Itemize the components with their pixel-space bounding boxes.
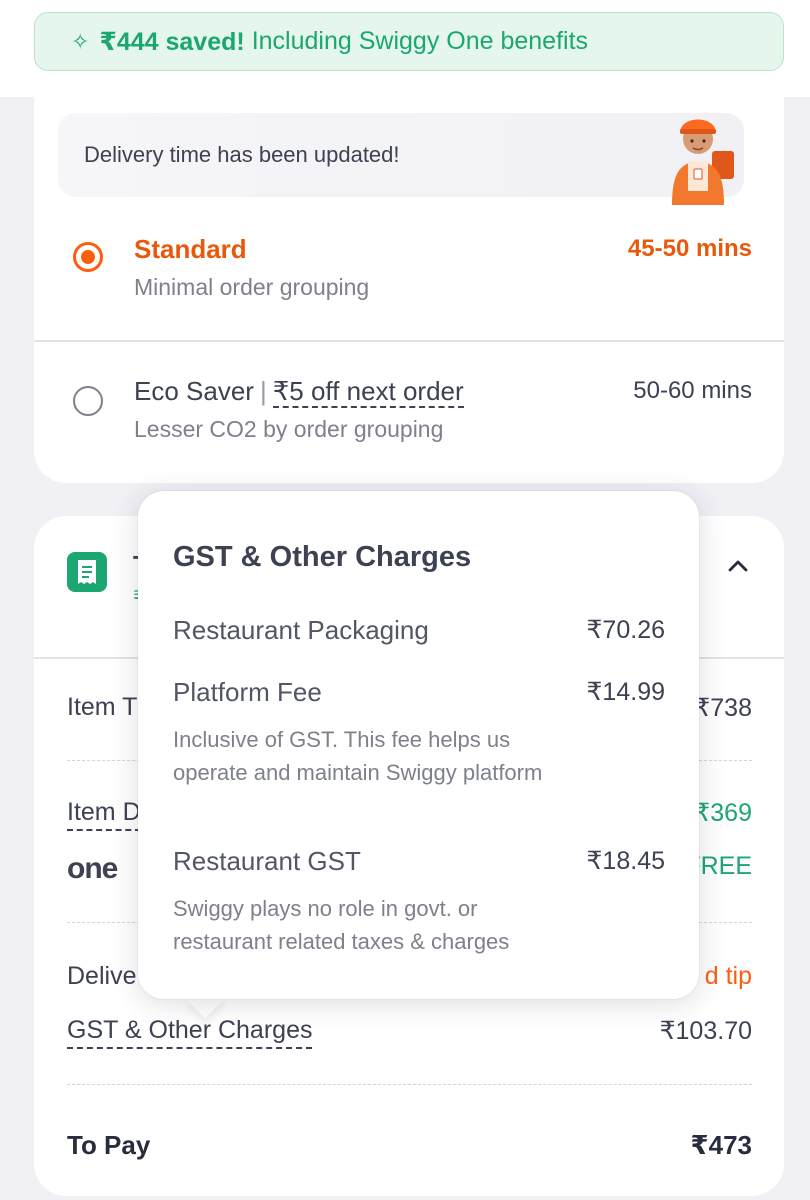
item-discount-value: ₹369: [694, 799, 752, 827]
option-time: 50-60 mins: [633, 377, 752, 404]
tooltip-item-label: Restaurant GST: [173, 846, 361, 876]
option-time: 45-50 mins: [627, 235, 752, 262]
add-tip-link[interactable]: d tip: [705, 962, 752, 991]
tooltip-title: GST & Other Charges: [173, 541, 472, 573]
eco-offer-link[interactable]: ₹5 off next order: [272, 376, 464, 408]
option-title: Eco Saver | ₹5 off next order: [134, 376, 464, 408]
sparkle-icon: ✧: [71, 28, 90, 54]
savings-text: Including Swiggy One benefits: [251, 27, 589, 55]
swiggy-one-logo: one: [67, 852, 118, 885]
tooltip-item-value: ₹14.99: [586, 678, 665, 706]
savings-banner: ✧ ₹444 saved! Including Swiggy One benef…: [34, 12, 784, 71]
tooltip-item-value: ₹18.45: [586, 847, 665, 875]
delivery-update-banner: Delivery time has been updated!: [58, 113, 744, 205]
gst-value: ₹103.70: [659, 1017, 752, 1045]
tooltip-item-description: Swiggy plays no role in govt. or restaur…: [173, 896, 510, 954]
option-divider: |: [259, 376, 267, 406]
top-bar: ✧ ₹444 saved! Including Swiggy One benef…: [0, 0, 810, 97]
item-discount-label[interactable]: Item D: [67, 798, 141, 831]
chevron-up-icon[interactable]: [726, 554, 750, 578]
tooltip-item-label: Restaurant Packaging: [173, 615, 429, 645]
savings-amount: ₹444 saved!: [99, 27, 245, 56]
to-pay-label: To Pay: [67, 1130, 151, 1160]
tooltip-item-label: Platform Fee: [173, 677, 322, 707]
tooltip-item-description: Inclusive of GST. This fee helps us oper…: [173, 727, 543, 785]
gst-label[interactable]: GST & Other Charges: [67, 1016, 313, 1049]
delivery-fee-label: Delive: [67, 962, 137, 990]
divider: [34, 340, 784, 342]
radio-selected-icon[interactable]: [73, 242, 103, 272]
option-title-text: Eco Saver: [134, 376, 254, 406]
to-pay-value: ₹473: [690, 1130, 752, 1160]
radio-unselected-icon[interactable]: [73, 386, 103, 416]
option-subtitle: Minimal order grouping: [134, 274, 370, 300]
option-title: Standard: [134, 234, 247, 264]
option-subtitle: Lesser CO2 by order grouping: [134, 416, 444, 442]
gst-charges-tooltip: GST & Other Charges Restaurant Packaging…: [138, 491, 699, 999]
tooltip-item-value: ₹70.26: [586, 616, 665, 644]
item-total-label: Item T: [67, 693, 138, 721]
item-total-value: ₹738: [694, 694, 752, 722]
delivery-rider-illustration: [672, 119, 734, 205]
delivery-type-card: Delivery time has been updated! Standard…: [34, 96, 784, 483]
receipt-icon: [67, 552, 107, 592]
dashed-divider: [67, 1084, 752, 1085]
delivery-update-text: Delivery time has been updated!: [84, 142, 400, 167]
